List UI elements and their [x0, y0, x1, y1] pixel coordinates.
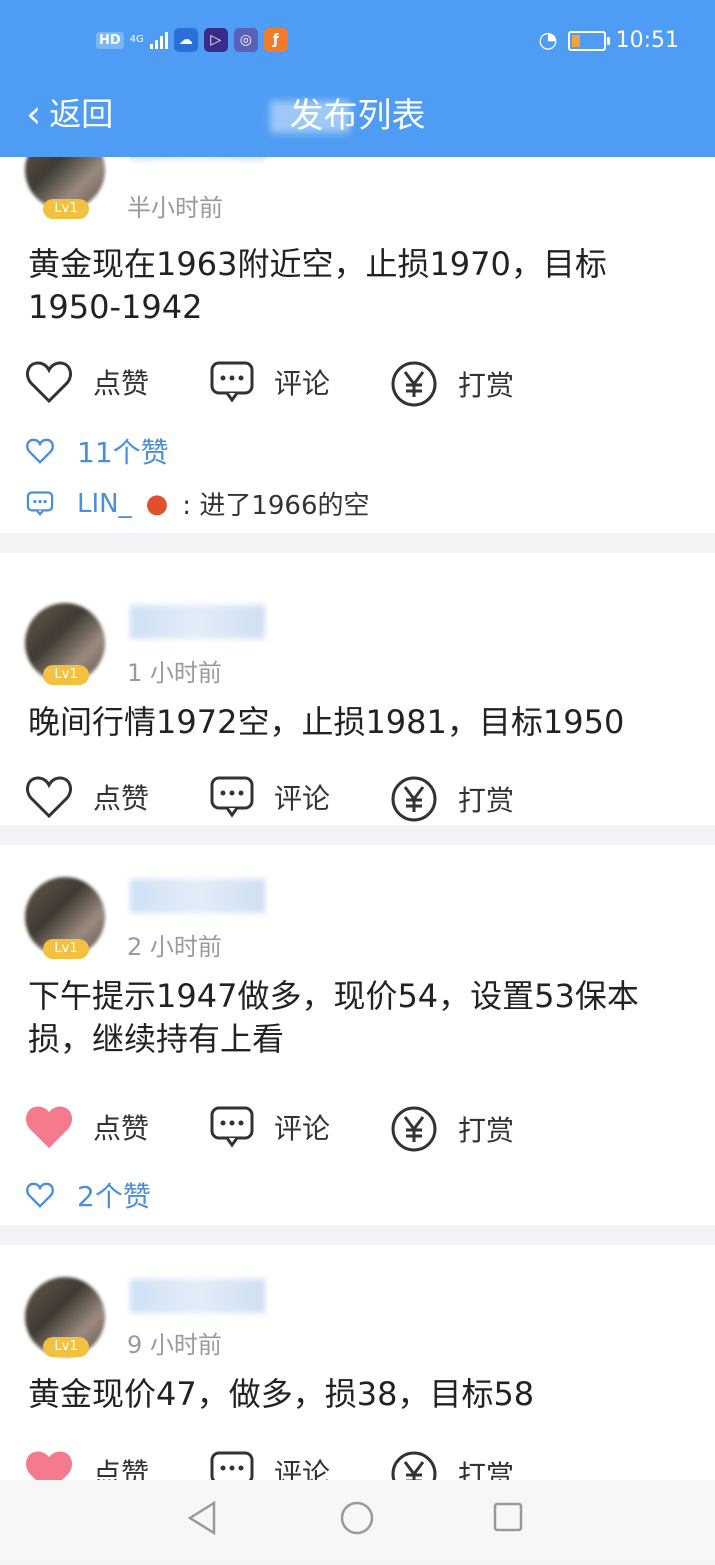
reward-button[interactable]: 打赏: [390, 775, 514, 823]
comment-username[interactable]: LIN_: [77, 489, 132, 519]
app-icon-cloud: ☁: [173, 28, 198, 52]
level-badge: Lv1: [43, 199, 89, 219]
post-content: 黄金现在1963附近空，止损1970，目标1950-1942: [28, 245, 607, 326]
comment-icon: [210, 361, 254, 403]
comment-text: 进了1966的空: [199, 491, 370, 521]
username-blurred[interactable]: [130, 605, 265, 639]
battery-icon: [567, 30, 610, 51]
heart-filled-icon: [26, 1106, 72, 1149]
like-button[interactable]: 点赞: [25, 775, 149, 819]
square-recents-icon: [493, 1502, 523, 1532]
post-card: Lv1 1 小时前 晚间行情1972空，止损1981，目标1950 点赞 评论 …: [0, 553, 715, 825]
post-actions: 点赞 评论 打赏: [0, 775, 715, 825]
status-right: ◔ 10:51: [538, 28, 679, 53]
post-time: 2 小时前: [127, 933, 222, 961]
post-feed: Lv1 半小时前 黄金现在1963附近空，止损1970，目标1950-1942 …: [0, 130, 715, 1565]
comment-icon: [210, 1106, 254, 1148]
comment-small-icon: [26, 490, 54, 516]
username-blurred[interactable]: [130, 1279, 265, 1313]
like-button-active[interactable]: 点赞: [25, 1105, 149, 1149]
heart-small-icon: [26, 1182, 54, 1208]
post-time: 9 小时前: [127, 1331, 222, 1359]
like-button[interactable]: 点赞: [25, 360, 149, 404]
signal-icon: [149, 31, 168, 49]
post-content: 晚间行情1972空，止损1981，目标1950: [28, 703, 625, 741]
comment-icon: [210, 776, 254, 818]
app-icon-orange: ƒ: [263, 28, 288, 52]
comment-button[interactable]: 评论: [210, 360, 330, 404]
comment-button[interactable]: 评论: [210, 775, 330, 819]
yen-icon: [391, 361, 437, 407]
nav-recents-button[interactable]: [492, 1500, 524, 1538]
balloon-icon: ●: [145, 488, 169, 519]
nav-back-button[interactable]: [186, 1500, 218, 1540]
nav-home-button[interactable]: [339, 1500, 375, 1540]
clock: 10:51: [615, 28, 679, 53]
system-nav-bar: [0, 1480, 715, 1560]
yen-icon: [391, 1106, 437, 1152]
comment-preview[interactable]: LIN_ ● : 进了1966的空: [25, 485, 370, 522]
level-badge: Lv1: [43, 665, 89, 685]
speed-icon: ◔: [538, 28, 558, 53]
circle-home-icon: [340, 1501, 374, 1535]
likes-summary[interactable]: 11个赞: [25, 431, 169, 471]
likes-count: 2个赞: [77, 1180, 151, 1213]
top-bar: HD 4G ☁ ▷ ◎ ƒ ◔ 10:51 ‹ 返回 发布列表: [0, 0, 715, 157]
heart-small-icon: [26, 438, 54, 464]
network-type: 4G: [129, 34, 144, 45]
yen-icon: [391, 776, 437, 822]
post-card: Lv1 2 小时前 下午提示1947做多，现价54，设置53保本损，继续持有上看…: [0, 845, 715, 1225]
reward-button[interactable]: 打赏: [390, 360, 514, 408]
post-actions: 点赞 评论 打赏: [0, 360, 715, 410]
status-left: HD 4G ☁ ▷ ◎ ƒ: [96, 28, 288, 52]
heart-outline-icon: [26, 361, 72, 404]
username-blurred[interactable]: [130, 879, 265, 913]
header: ‹ 返回 发布列表: [0, 84, 715, 157]
post-content: 下午提示1947做多，现价54，设置53保本损，继续持有上看: [28, 977, 639, 1058]
triangle-back-icon: [187, 1500, 216, 1536]
level-badge: Lv1: [43, 1337, 89, 1357]
hd-indicator: HD: [96, 31, 124, 49]
reward-button[interactable]: 打赏: [390, 1105, 514, 1153]
title-blur-mask: [270, 101, 350, 133]
heart-outline-icon: [26, 776, 72, 819]
post-content: 黄金现价47，做多，损38，目标58: [28, 1375, 535, 1413]
page-title: 发布列表: [289, 96, 426, 136]
post-actions: 点赞 评论 打赏: [0, 1105, 715, 1155]
status-bar: HD 4G ☁ ▷ ◎ ƒ ◔ 10:51: [0, 0, 715, 84]
app-icon-video: ▷: [203, 28, 228, 52]
likes-summary[interactable]: 2个赞: [25, 1175, 151, 1215]
post-time: 半小时前: [127, 194, 223, 222]
level-badge: Lv1: [43, 939, 89, 959]
comment-button[interactable]: 评论: [210, 1105, 330, 1149]
post-card: Lv1 半小时前 黄金现在1963附近空，止损1970，目标1950-1942 …: [0, 130, 715, 533]
likes-count: 11个赞: [77, 436, 169, 469]
post-time: 1 小时前: [127, 659, 222, 687]
app-icon-search: ◎: [233, 28, 258, 52]
